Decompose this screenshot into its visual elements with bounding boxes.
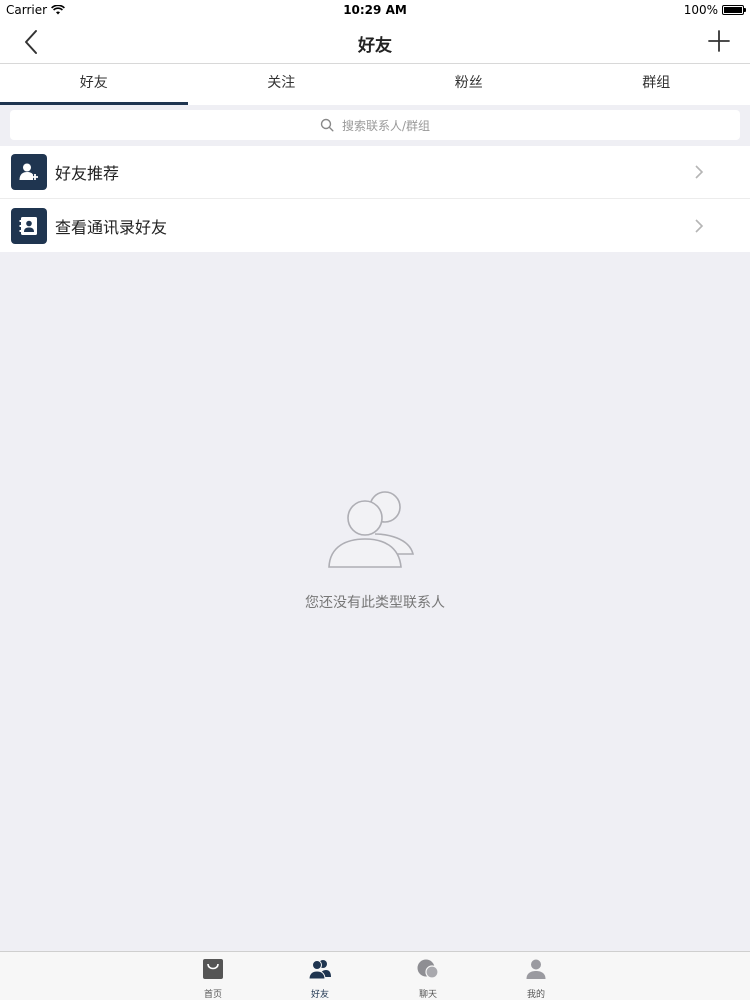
empty-state: 您还没有此类型联系人 (0, 488, 750, 612)
status-bar: Carrier 10:29 AM 100% (0, 0, 750, 20)
add-plus-icon[interactable] (706, 28, 732, 54)
contacts-book-icon (11, 207, 47, 244)
chat-icon (417, 959, 439, 979)
list-item-label: 好友推荐 (55, 164, 120, 183)
list-item-friend-recommend[interactable]: 好友推荐 (0, 146, 750, 198)
segment-tabs: 好友 关注 粉丝 群组 (0, 64, 750, 105)
tabbar-label: 聊天 (418, 990, 437, 1000)
contacts-empty-icon (328, 491, 415, 568)
action-list: 好友推荐 查看通讯录好友 (0, 146, 750, 252)
bottom-tab-bar: 首页 好友 聊天 我的 (0, 951, 750, 1000)
battery-percent: 100% (683, 3, 718, 17)
search-placeholder: 搜索联系人/群组 (341, 118, 431, 133)
search-icon (320, 118, 334, 132)
search-input[interactable]: 搜索联系人/群组 (10, 110, 740, 140)
tabbar-item-friends[interactable]: 好友 (290, 958, 350, 1000)
empty-state-message: 您还没有此类型联系人 (305, 595, 445, 611)
nav-bar: 好友 (0, 20, 750, 64)
tab-groups[interactable]: 群组 (563, 64, 750, 105)
tabbar-item-me[interactable]: 我的 (506, 958, 566, 1000)
shopping-bag-icon (203, 959, 223, 979)
add-user-icon (11, 154, 47, 190)
chevron-right-icon (695, 165, 704, 179)
list-item-contacts-friends[interactable]: 查看通讯录好友 (0, 198, 750, 252)
tabbar-item-home[interactable]: 首页 (183, 958, 243, 1000)
tabbar-item-chat[interactable]: 聊天 (398, 958, 458, 1000)
tabbar-label: 好友 (310, 990, 329, 1000)
tab-fans[interactable]: 粉丝 (375, 64, 563, 105)
list-item-label: 查看通讯录好友 (55, 217, 168, 237)
tab-friends[interactable]: 好友 (0, 64, 188, 105)
search-area: 搜索联系人/群组 (0, 105, 750, 146)
person-icon (526, 959, 546, 979)
tabbar-label: 我的 (526, 990, 545, 1000)
battery-icon (722, 5, 746, 15)
status-time: 10:29 AM (343, 3, 407, 17)
friends-icon (308, 960, 331, 980)
page-title: 好友 (358, 36, 392, 56)
tab-following[interactable]: 关注 (188, 64, 376, 105)
tabbar-label: 首页 (203, 990, 222, 1000)
chevron-right-icon (695, 218, 704, 233)
battery-info: 100% (683, 3, 746, 17)
